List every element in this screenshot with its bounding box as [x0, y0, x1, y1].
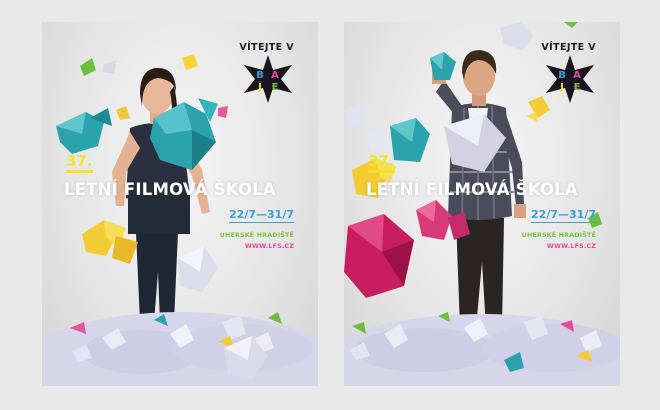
- origami-white-piece: [102, 60, 116, 74]
- edition-number: 37.: [66, 153, 93, 173]
- poster-woman: VÍTEJTE V B A J E 37. LETNÍ FILMOVÁ ŠKOL…: [42, 22, 318, 386]
- festival-dates: 22/7—31/7: [229, 208, 294, 223]
- origami-magenta-large: [344, 214, 414, 298]
- origami-white-top: [500, 22, 534, 50]
- svg-text:B: B: [256, 70, 264, 81]
- svg-text:E: E: [574, 82, 581, 93]
- paper-pile: [344, 312, 620, 386]
- svg-text:J: J: [559, 82, 564, 93]
- festival-website: WWW.LFS.CZ: [546, 243, 596, 250]
- poster-gallery: VÍTEJTE V B A J E 37. LETNÍ FILMOVÁ ŠKOL…: [0, 0, 660, 410]
- welcome-text: VÍTEJTE V: [239, 42, 294, 53]
- festival-title: LETNÍ FILMOVÁ ŠKOLA: [64, 180, 276, 199]
- origami-green-corner: [564, 22, 578, 28]
- poster-man: VÍTEJTE V B A J E 37. LETNÍ FILMOVÁ ŠKOL…: [344, 22, 620, 386]
- festival-city: UHERSKÉ HRADIŠTĚ: [219, 232, 294, 239]
- origami-yellow-piece: [174, 54, 198, 74]
- origami-yellow-small: [116, 106, 130, 120]
- origami-white-falling: [178, 246, 218, 292]
- svg-text:A: A: [573, 70, 581, 81]
- festival-title: LETNÍ FILMOVÁ ŠKOLA: [366, 180, 578, 199]
- festival-website: WWW.LFS.CZ: [244, 243, 294, 250]
- festival-city: UHERSKÉ HRADIŠTĚ: [521, 232, 596, 239]
- paper-pile: [42, 312, 318, 386]
- svg-text:J: J: [257, 82, 262, 93]
- welcome-text: VÍTEJTE V: [541, 42, 596, 53]
- festival-dates: 22/7—31/7: [531, 208, 596, 223]
- origami-pink-small: [218, 106, 228, 118]
- origami-white-left: [344, 104, 366, 128]
- baje-logo: B A J E: [546, 55, 594, 103]
- origami-green-piece: [80, 58, 96, 76]
- edition-number: 37.: [368, 153, 395, 173]
- svg-text:B: B: [558, 70, 566, 81]
- origami-teal-raised: [430, 52, 456, 80]
- origami-teal-left: [56, 108, 112, 154]
- svg-text:A: A: [271, 70, 279, 81]
- baje-logo: B A J E: [244, 55, 292, 103]
- svg-text:E: E: [272, 82, 279, 93]
